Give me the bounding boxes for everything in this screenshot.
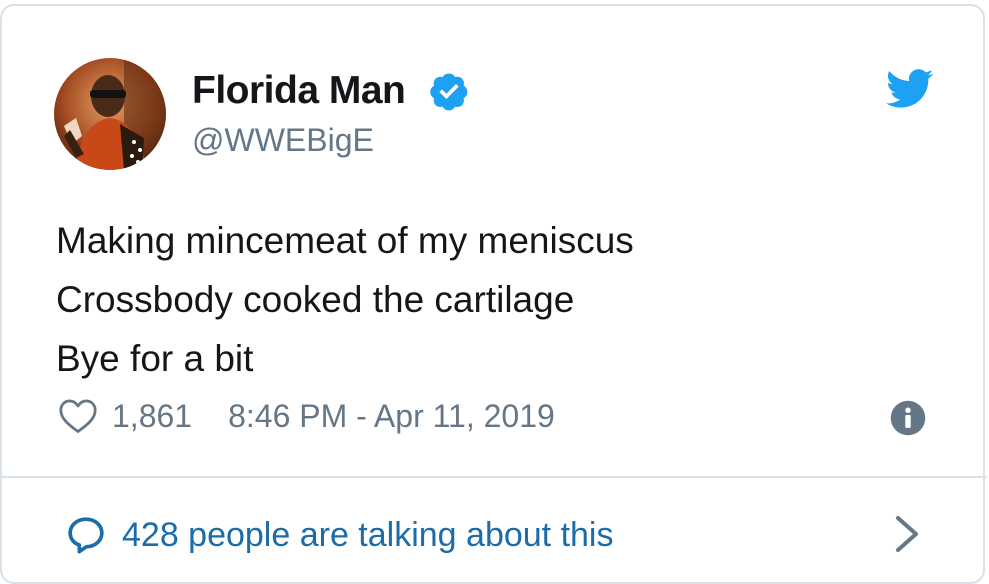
display-name[interactable]: Florida Man (192, 69, 406, 113)
tweet-text: Making mincemeat of my meniscus Crossbod… (56, 211, 634, 388)
tweet-text-line: Making mincemeat of my meniscus (56, 220, 634, 261)
info-icon[interactable] (890, 400, 926, 436)
handle[interactable]: @WWEBigE (192, 121, 374, 159)
tweet-meta: 1,861 8:46 PM - Apr 11, 2019 (58, 396, 555, 436)
heart-icon[interactable] (58, 398, 98, 434)
speech-bubble-icon (68, 517, 104, 554)
timestamp[interactable]: 8:46 PM - Apr 11, 2019 (228, 398, 555, 435)
tweet-text-line: Bye for a bit (56, 338, 254, 379)
tweet-text-line: Crossbody cooked the cartilage (56, 279, 575, 320)
conversation-link[interactable]: 428 people are talking about this (66, 512, 613, 558)
profile-photo-icon (54, 58, 166, 170)
divider (2, 476, 987, 478)
like-count[interactable]: 1,861 (112, 398, 192, 435)
avatar[interactable] (54, 58, 166, 170)
talking-about-text[interactable]: 428 people are talking about this (122, 516, 613, 555)
verified-badge-icon (430, 73, 468, 111)
tweet-card[interactable]: Florida Man @WWEBigE Making mincemeat of… (0, 4, 987, 584)
twitter-bird-icon[interactable] (886, 68, 934, 110)
chevron-right-icon[interactable] (894, 514, 920, 554)
